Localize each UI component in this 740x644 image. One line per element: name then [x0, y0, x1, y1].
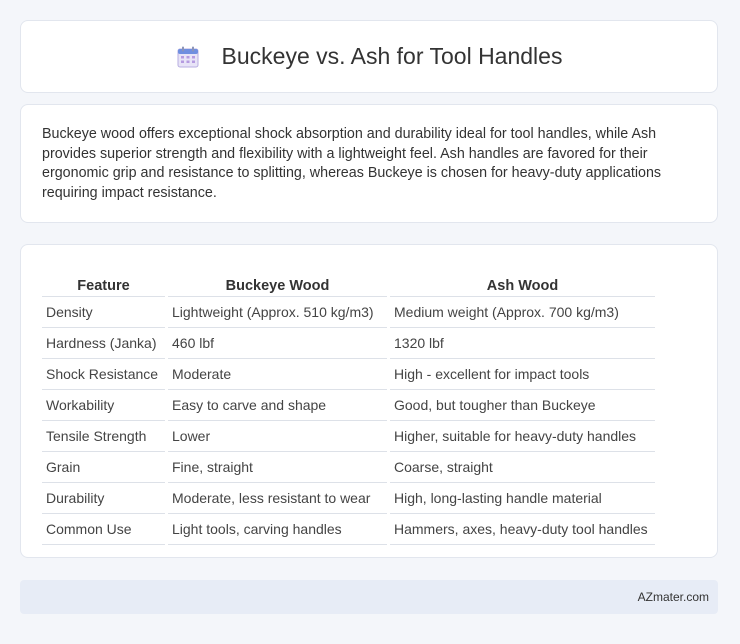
- comparison-table: Feature Buckeye Wood Ash Wood Density Li…: [39, 265, 658, 545]
- table-cell: Coarse, straight: [390, 452, 655, 483]
- title-card: Buckeye vs. Ash for Tool Handles: [20, 20, 718, 93]
- table-cell: Density: [42, 297, 165, 328]
- table-cell: Durability: [42, 483, 165, 514]
- table-row: Density Lightweight (Approx. 510 kg/m3) …: [42, 297, 655, 328]
- calendar-icon: [176, 45, 200, 69]
- table-cell: Higher, suitable for heavy-duty handles: [390, 421, 655, 452]
- table-cell: Light tools, carving handles: [168, 514, 387, 545]
- table-cell: High - excellent for impact tools: [390, 359, 655, 390]
- table-cell: 1320 lbf: [390, 328, 655, 359]
- intro-card: Buckeye wood offers exceptional shock ab…: [20, 104, 718, 223]
- table-cell: Tensile Strength: [42, 421, 165, 452]
- table-row: Shock Resistance Moderate High - excelle…: [42, 359, 655, 390]
- table-cell: Moderate, less resistant to wear: [168, 483, 387, 514]
- column-header: Buckeye Wood: [168, 265, 387, 297]
- table-row: Hardness (Janka) 460 lbf 1320 lbf: [42, 328, 655, 359]
- table-cell: Workability: [42, 390, 165, 421]
- intro-paragraph: Buckeye wood offers exceptional shock ab…: [42, 126, 662, 201]
- table-cell: Grain: [42, 452, 165, 483]
- table-row: Common Use Light tools, carving handles …: [42, 514, 655, 545]
- table-cell: Moderate: [168, 359, 387, 390]
- table-cell: Shock Resistance: [42, 359, 165, 390]
- comparison-card: Feature Buckeye Wood Ash Wood Density Li…: [20, 244, 718, 558]
- table-cell: Hardness (Janka): [42, 328, 165, 359]
- table-cell: Good, but tougher than Buckeye: [390, 390, 655, 421]
- table-cell: Fine, straight: [168, 452, 387, 483]
- footer: AZmater.com: [20, 580, 718, 614]
- table-header-row: Feature Buckeye Wood Ash Wood: [42, 265, 655, 297]
- table-cell: Easy to carve and shape: [168, 390, 387, 421]
- table-cell: Common Use: [42, 514, 165, 545]
- footer-site-link[interactable]: AZmater.com: [638, 590, 709, 604]
- table-row: Grain Fine, straight Coarse, straight: [42, 452, 655, 483]
- table-row: Durability Moderate, less resistant to w…: [42, 483, 655, 514]
- table-cell: Lightweight (Approx. 510 kg/m3): [168, 297, 387, 328]
- table-cell: High, long-lasting handle material: [390, 483, 655, 514]
- table-cell: Hammers, axes, heavy-duty tool handles: [390, 514, 655, 545]
- table-cell: Lower: [168, 421, 387, 452]
- table-cell: Medium weight (Approx. 700 kg/m3): [390, 297, 655, 328]
- table-row: Tensile Strength Lower Higher, suitable …: [42, 421, 655, 452]
- table-row: Workability Easy to carve and shape Good…: [42, 390, 655, 421]
- title-wrap: Buckeye vs. Ash for Tool Handles: [176, 43, 563, 70]
- column-header: Ash Wood: [390, 265, 655, 297]
- page-title: Buckeye vs. Ash for Tool Handles: [221, 43, 563, 69]
- table-cell: 460 lbf: [168, 328, 387, 359]
- column-header: Feature: [42, 265, 165, 297]
